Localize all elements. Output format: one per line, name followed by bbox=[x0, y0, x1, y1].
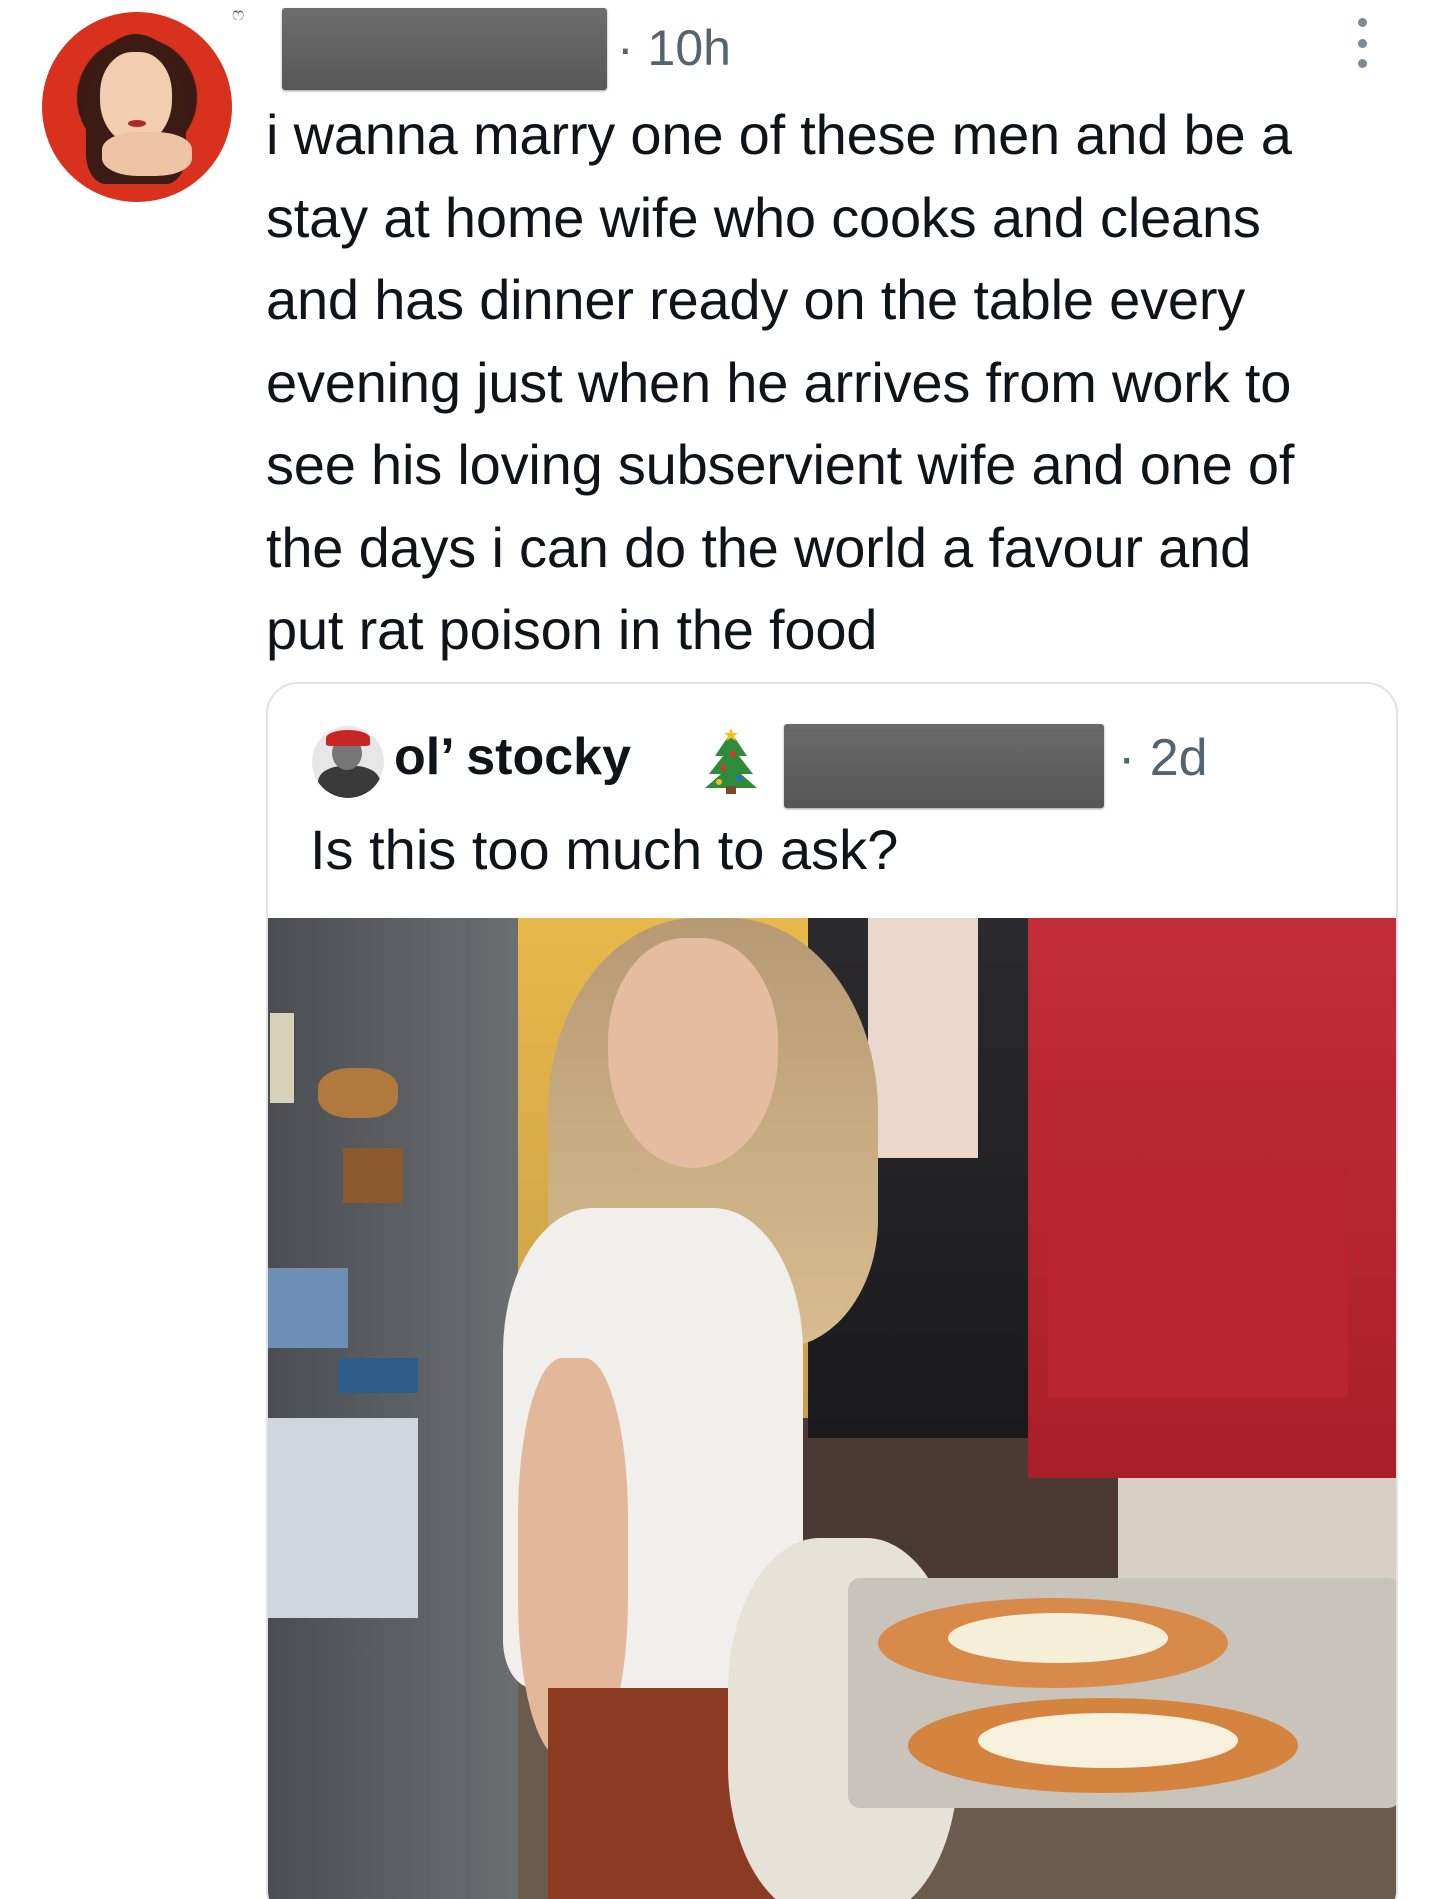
tweet-text-line: evening just when he arrives from work t… bbox=[266, 350, 1292, 414]
tweet-timestamp[interactable]: · 10h bbox=[617, 18, 731, 78]
avatar-hand bbox=[102, 132, 192, 176]
fridge-magnet bbox=[338, 1358, 418, 1393]
red-cabinet bbox=[1048, 1168, 1348, 1398]
avatar-face bbox=[100, 52, 172, 144]
more-options-icon[interactable] bbox=[1352, 18, 1372, 68]
avatar[interactable] bbox=[42, 12, 232, 202]
tweet-text-line: the days i can do the world a favour and bbox=[266, 515, 1252, 579]
tweet-text-line: see his loving subservient wife and one … bbox=[266, 433, 1295, 496]
tweet-text: i wanna marry one of these men and be a … bbox=[266, 94, 1416, 672]
tweet-text-line: stay at home wife who cooks and cleans bbox=[266, 185, 1261, 249]
avatar-lips bbox=[128, 120, 146, 127]
quoted-display-name[interactable]: ol’ stocky bbox=[394, 724, 631, 790]
woman-face bbox=[608, 938, 778, 1168]
fridge-magnet bbox=[270, 1013, 294, 1103]
tweet-text-line: put rat poison in the food bbox=[266, 598, 878, 661]
tweet: ෆ · 10h i wanna marry one of these men a… bbox=[0, 0, 1440, 1899]
fridge bbox=[268, 918, 518, 1899]
fridge-magnet bbox=[318, 1068, 398, 1118]
christmas-tree-icon bbox=[705, 728, 757, 794]
quoted-tweet-photo[interactable] bbox=[268, 918, 1396, 1899]
quoted-avatar[interactable] bbox=[312, 726, 384, 798]
quoted-tweet-card[interactable]: ol’ stocky · 2d Is this too much to ask? bbox=[266, 682, 1398, 1899]
fridge-magnet bbox=[343, 1148, 403, 1203]
khachapuri-filling bbox=[978, 1713, 1238, 1768]
tweet-text-line: and has dinner ready on the table every bbox=[266, 268, 1246, 331]
khachapuri-filling bbox=[948, 1613, 1168, 1663]
tweet-text-line: i wanna marry one of these men and be a bbox=[266, 103, 1292, 166]
fridge-magnet bbox=[268, 1418, 418, 1618]
redacted-username bbox=[282, 8, 607, 90]
small-mark: ෆ bbox=[232, 4, 245, 24]
redacted-quoted-username bbox=[784, 724, 1104, 808]
hanging-towel bbox=[868, 918, 978, 1158]
quoted-tweet-text: Is this too much to ask? bbox=[310, 818, 899, 881]
fridge-magnet bbox=[268, 1268, 348, 1348]
quoted-timestamp[interactable]: · 2d bbox=[1118, 728, 1208, 788]
